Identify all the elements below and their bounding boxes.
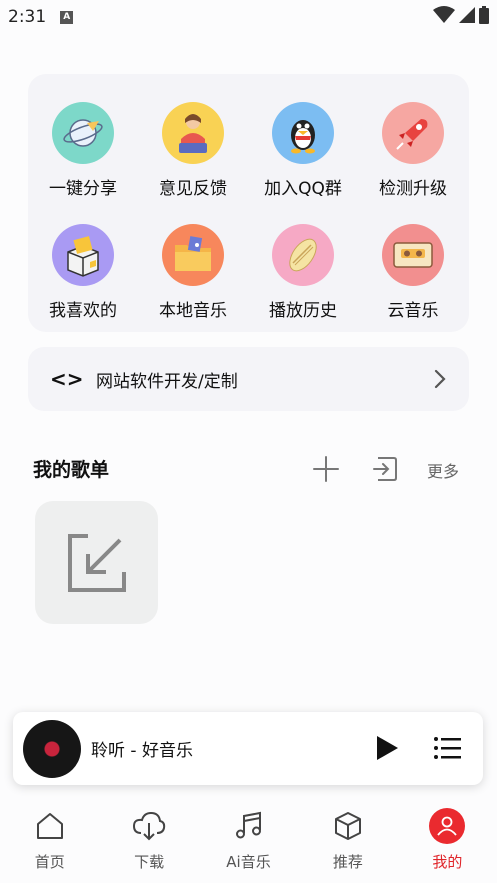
grid-item-update[interactable]: 检测升级	[358, 102, 468, 212]
grid-label-share: 一键分享	[49, 179, 117, 199]
custom-dev-banner[interactable]: <> 网站软件开发/定制	[28, 347, 469, 411]
album-disc-icon	[23, 720, 81, 778]
music-note-icon	[231, 808, 267, 844]
chevron-right-icon	[434, 369, 446, 389]
bottom-navigation: 首页 下载 Ai音乐 推荐 我的	[0, 800, 497, 883]
playlist-more-link[interactable]: 更多	[427, 458, 459, 482]
cloud-download-icon	[131, 808, 167, 844]
code-icon: <>	[50, 367, 84, 391]
grid-label-history: 播放历史	[269, 301, 337, 321]
grid-item-history[interactable]: 播放历史	[248, 224, 358, 334]
status-bar: 2:31 A	[0, 0, 497, 34]
wifi-icon	[433, 6, 455, 23]
nav-recommend-label: 推荐	[332, 853, 363, 871]
grid-label-local-music: 本地音乐	[159, 301, 227, 321]
nav-home[interactable]: 首页	[0, 800, 99, 883]
battery-icon	[479, 6, 489, 24]
status-time: 2:31	[8, 7, 47, 27]
home-icon	[32, 808, 68, 844]
mini-player[interactable]: 聆听 - 好音乐	[13, 712, 483, 785]
status-indicators	[433, 6, 489, 24]
import-playlist-tile[interactable]	[35, 501, 158, 624]
nav-mine[interactable]: 我的	[398, 800, 497, 883]
quick-actions-card: 一键分享 意见反馈 加入QQ群 检测升级 我喜欢的 本地音乐 播放历史 云音乐	[28, 74, 469, 332]
notification-icon: A	[60, 10, 74, 24]
grid-label-favorites: 我喜欢的	[49, 301, 117, 321]
nav-home-label: 首页	[34, 853, 65, 871]
grid-item-cloud-music[interactable]: 云音乐	[358, 224, 468, 334]
import-arrow-icon	[67, 533, 126, 592]
history-record-icon	[272, 224, 334, 286]
grid-label-qq: 加入QQ群	[264, 179, 342, 199]
now-playing-title: 聆听 - 好音乐	[91, 741, 193, 761]
share-planet-icon	[52, 102, 114, 164]
playlist-queue-button[interactable]	[433, 734, 463, 762]
add-playlist-button[interactable]	[312, 455, 340, 483]
local-folder-icon	[162, 224, 224, 286]
grid-item-feedback[interactable]: 意见反馈	[138, 102, 248, 212]
grid-label-cloud-music: 云音乐	[387, 301, 439, 321]
grid-item-share[interactable]: 一键分享	[28, 102, 138, 212]
nav-download[interactable]: 下载	[99, 800, 198, 883]
signal-icon	[459, 7, 475, 23]
feedback-person-icon	[162, 102, 224, 164]
playlist-section-title: 我的歌单	[33, 459, 110, 481]
grid-item-qq[interactable]: 加入QQ群	[248, 102, 358, 212]
favorite-box-icon	[52, 224, 114, 286]
qq-penguin-icon	[272, 102, 334, 164]
grid-item-favorites[interactable]: 我喜欢的	[28, 224, 138, 334]
cloud-cassette-icon	[382, 224, 444, 286]
nav-mine-label: 我的	[432, 853, 463, 871]
nav-ai-music-label: Ai音乐	[226, 853, 271, 871]
user-icon	[429, 808, 466, 844]
nav-ai-music[interactable]: Ai音乐	[199, 800, 298, 883]
import-playlist-button[interactable]	[372, 455, 400, 483]
cube-icon	[330, 808, 366, 844]
nav-download-label: 下载	[134, 853, 165, 871]
rocket-update-icon	[382, 102, 444, 164]
grid-label-update: 检测升级	[379, 179, 447, 199]
grid-label-feedback: 意见反馈	[159, 179, 227, 199]
grid-item-local-music[interactable]: 本地音乐	[138, 224, 248, 334]
play-button[interactable]	[373, 734, 401, 762]
custom-dev-label: 网站软件开发/定制	[96, 371, 238, 392]
nav-recommend[interactable]: 推荐	[298, 800, 397, 883]
